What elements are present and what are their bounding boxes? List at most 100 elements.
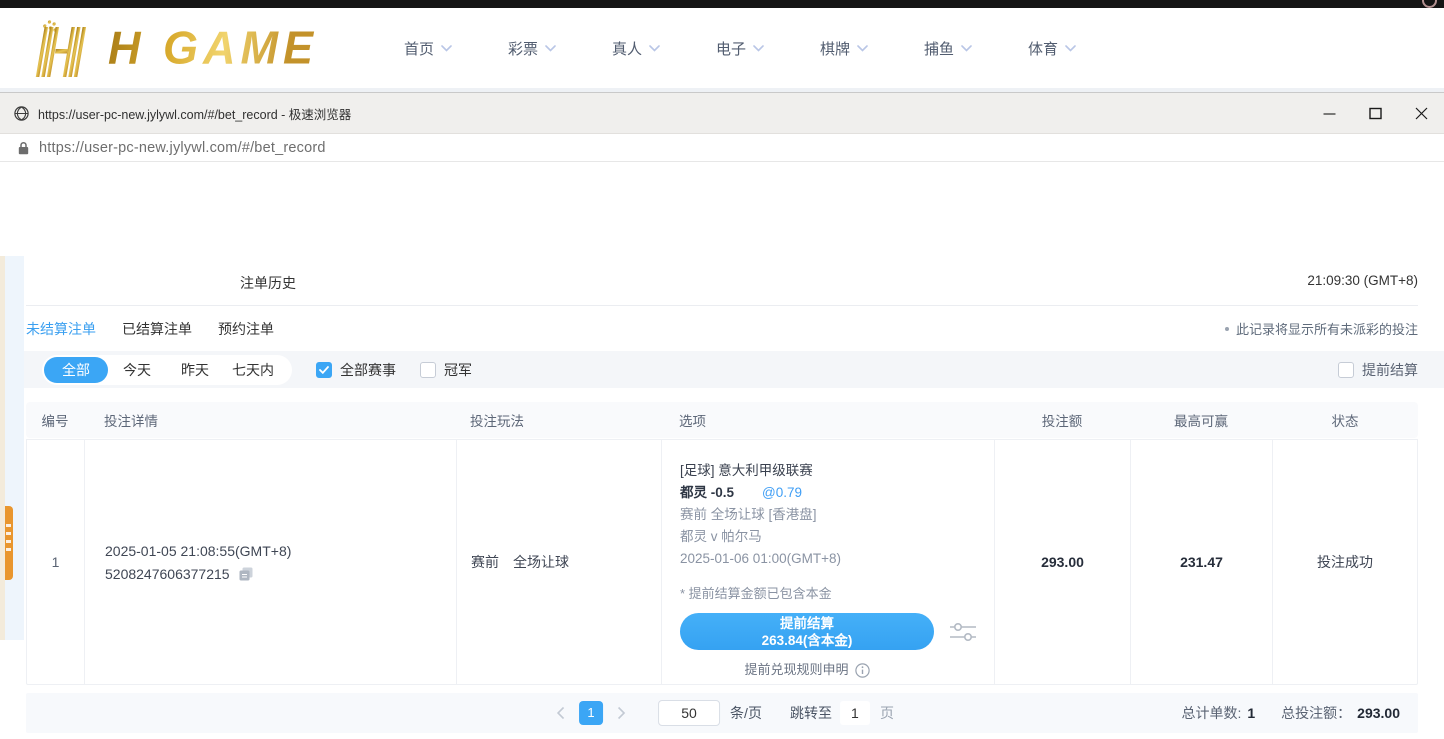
cashout-rules-link[interactable]: 提前兑现规则申明 [680,659,934,681]
row-index: 1 [27,440,85,684]
chevron-down-icon [441,45,452,52]
site-header: H GAME 首页 彩票 真人 电子 棋牌 捕鱼 体育 [0,8,1444,88]
checkbox-unchecked-icon [1338,362,1354,378]
address-url: https://user-pc-new.jylywl.com/#/bet_rec… [39,140,326,156]
totals: 总计单数:1 总投注额： 293.00 [1181,703,1418,723]
nav-item-cards[interactable]: 棋牌 [792,38,896,59]
tab-unsettled[interactable]: 未结算注单 [26,319,96,339]
tab-settled[interactable]: 已结算注单 [122,319,192,339]
date-filter-all[interactable]: 全部 [44,357,108,383]
chevron-down-icon [857,45,868,52]
tune-slider-icon[interactable] [948,620,978,644]
table-row: 1 2025-01-05 21:08:55(GMT+8) 52082476063… [26,439,1418,685]
col-header-index: 编号 [26,410,84,430]
nav-label: 电子 [716,38,746,59]
date-filter-today[interactable]: 今天 [108,360,166,380]
nav-label: 体育 [1028,38,1058,59]
window-title: https://user-pc-new.jylywl.com/#/bet_rec… [38,104,351,123]
status-cell: 投注成功 [1273,440,1417,684]
chevron-down-icon [545,45,556,52]
per-page-label: 条/页 [730,703,762,723]
top-strip [0,0,1444,8]
bet-time: 2025-01-05 21:08:55(GMT+8) [105,543,456,559]
nav-item-sports[interactable]: 体育 [1000,38,1104,59]
bullet-dot-icon [1225,327,1229,331]
side-widget-strip [0,256,24,640]
lock-icon [18,141,29,155]
next-page-button[interactable] [611,702,632,724]
total-count: 总计单数:1 [1181,703,1255,723]
chevron-down-icon [753,45,764,52]
side-widget-tab[interactable] [5,506,13,580]
odds-text: @0.79 [762,482,802,504]
pagination-controls: 1 条/页 跳转至 页 [550,693,894,733]
early-settle-note: * 提前结算金额已包含本金 [680,583,994,605]
page-content: 注单历史 21:09:30 (GMT+8) 未结算注单 已结算注单 预约注单 此… [0,255,1444,739]
cashout-button-label: 提前结算 [780,615,834,632]
all-events-checkbox[interactable]: 全部赛事 [316,360,396,380]
pick-text: 都灵 -0.5 [680,482,734,504]
record-note: 此记录将显示所有未派彩的投注 [1225,319,1418,338]
nav-item-lottery[interactable]: 彩票 [480,38,584,59]
total-count-label: 总计单数: [1181,705,1241,721]
browser-titlebar: https://user-pc-new.jylywl.com/#/bet_rec… [0,93,1444,134]
maximize-button[interactable] [1352,93,1398,133]
col-header-stake: 投注额 [994,410,1130,430]
main-nav: 首页 彩票 真人 电子 棋牌 捕鱼 体育 [376,38,1104,59]
prev-page-button[interactable] [550,702,571,724]
jump-page-input[interactable] [840,701,870,725]
all-events-label: 全部赛事 [340,360,396,380]
stake-cell: 293.00 [995,440,1131,684]
nav-item-fishing[interactable]: 捕鱼 [896,38,1000,59]
page-size-input[interactable] [658,700,720,726]
window-controls [1306,93,1444,133]
tabs-row: 未结算注单 已结算注单 预约注单 此记录将显示所有未派彩的投注 [0,306,1444,351]
cashout-rules-text: 提前兑现规则申明 [744,659,848,681]
chevron-down-icon [1065,45,1076,52]
page-unit-label: 页 [880,703,894,723]
globe-icon [14,106,29,121]
total-stake-label: 总投注额： [1281,705,1351,721]
play-type-cell: 赛前 全场让球 [457,440,662,684]
date-filter-7days[interactable]: 七天内 [224,360,282,380]
date-filter-yesterday[interactable]: 昨天 [166,360,224,380]
cashout-button[interactable]: 提前结算 263.84(含本金) [680,613,934,650]
total-stake: 总投注额： 293.00 [1281,703,1400,723]
checkbox-checked-icon [316,362,332,378]
bet-detail-cell: 2025-01-05 21:08:55(GMT+8) 5208247606377… [85,440,457,684]
match-time-text: 2025-01-06 01:00(GMT+8) [680,548,994,570]
early-settle-checkbox[interactable]: 提前结算 [1338,360,1418,380]
early-settle-label: 提前结算 [1362,360,1418,380]
market-text: 赛前 全场让球 [香港盘] [680,504,994,526]
record-note-text: 此记录将显示所有未派彩的投注 [1236,319,1418,338]
filter-bar: 全部 今天 昨天 七天内 全部赛事 冠军 提前结算 [0,351,1444,388]
col-header-status: 状态 [1272,410,1418,430]
cashout-button-amount: 263.84(含本金) [762,632,853,649]
nav-item-home[interactable]: 首页 [376,38,480,59]
pagination-bar: 1 条/页 跳转至 页 总计单数:1 总投注额：293.00 [26,693,1418,733]
chevron-down-icon [649,45,660,52]
col-header-maxwin: 最高可赢 [1130,410,1272,430]
checkbox-unchecked-icon [420,362,436,378]
logo-text: H GAME [108,21,318,74]
bet-table: 编号 投注详情 投注玩法 选项 投注额 最高可赢 状态 1 2025-01-05… [26,402,1418,685]
copy-icon[interactable] [238,566,254,582]
current-page-button[interactable]: 1 [579,701,603,725]
logo-mark-icon [32,19,98,77]
site-logo[interactable]: H GAME [32,19,318,77]
jump-to-label: 跳转至 [790,703,832,723]
close-button[interactable] [1398,93,1444,133]
minimize-button[interactable] [1306,93,1352,133]
clock-text: 21:09:30 (GMT+8) [1307,273,1418,288]
nav-label: 捕鱼 [924,38,954,59]
maxwin-cell: 231.47 [1131,440,1273,684]
nav-item-slots[interactable]: 电子 [688,38,792,59]
nav-item-live[interactable]: 真人 [584,38,688,59]
champion-label: 冠军 [444,360,472,380]
total-stake-value: 293.00 [1357,705,1400,721]
date-filter-group: 全部 今天 昨天 七天内 [42,355,292,385]
browser-addressbar[interactable]: https://user-pc-new.jylywl.com/#/bet_rec… [0,134,1444,162]
league-text: [足球] 意大利甲级联赛 [680,460,994,482]
champion-checkbox[interactable]: 冠军 [420,360,472,380]
tab-reserved[interactable]: 预约注单 [218,319,274,339]
